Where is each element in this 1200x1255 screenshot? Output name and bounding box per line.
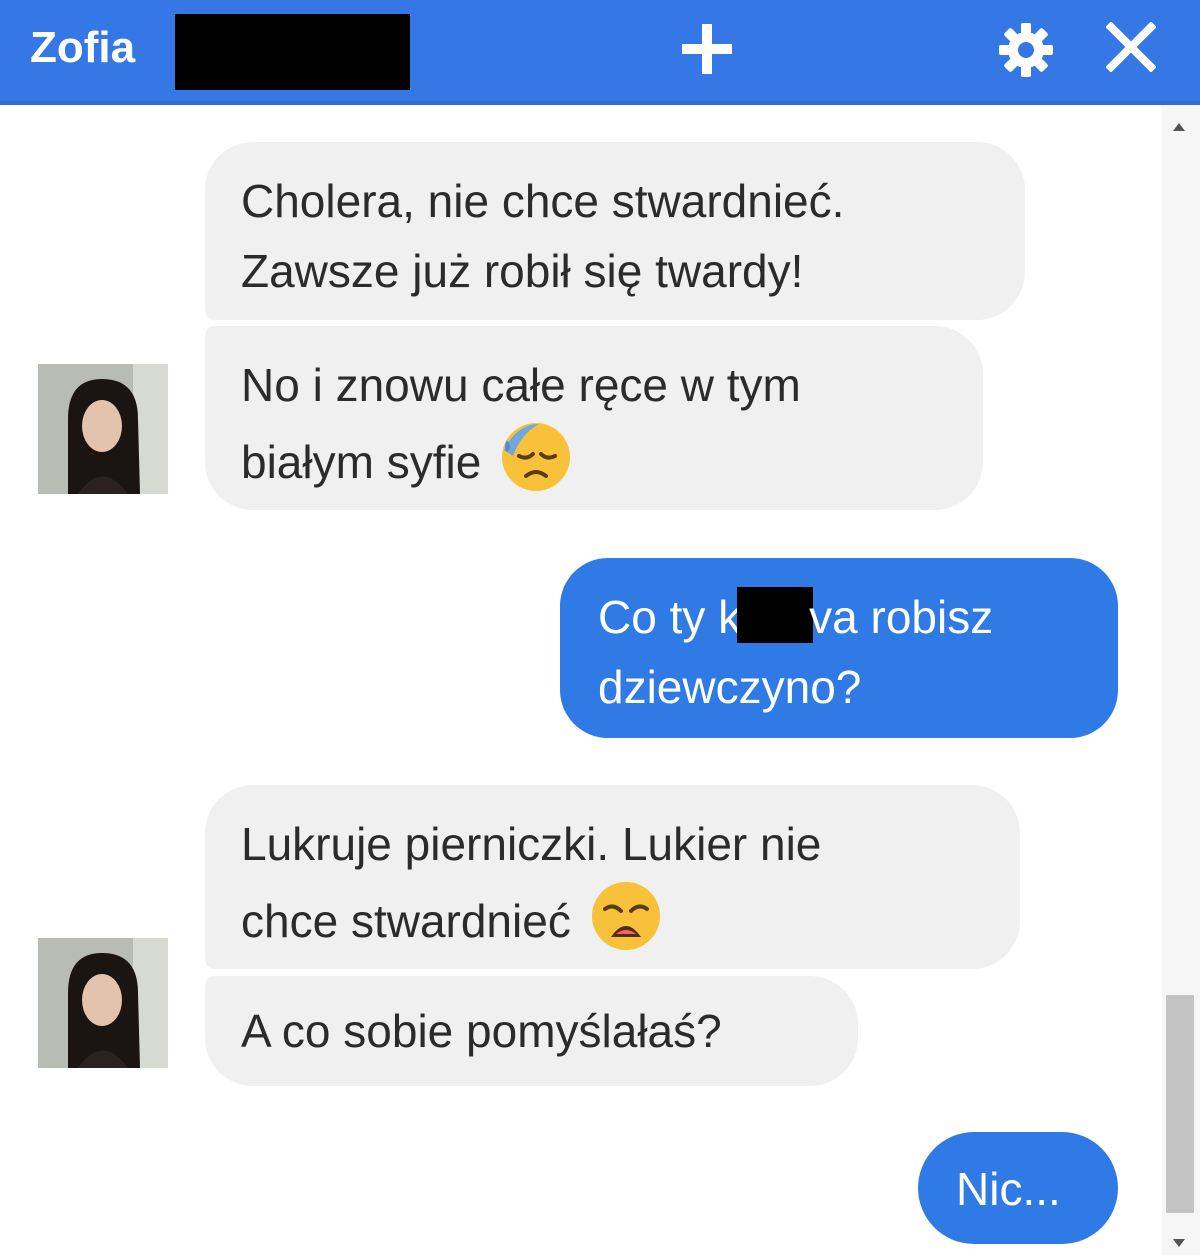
redaction-bar (737, 587, 814, 643)
contact-name[interactable]: Zofia (30, 20, 135, 76)
chat-header: Zofia (0, 0, 1200, 105)
gear-icon[interactable] (998, 22, 1054, 78)
message-text: va robisz (809, 591, 994, 643)
incoming-message[interactable]: No i znowu całe ręce w tym białym syfie (205, 326, 983, 510)
contact-avatar[interactable] (38, 938, 168, 1068)
incoming-message[interactable]: Cholera, nie chce stwardnieć. Zawsze już… (205, 142, 1025, 320)
outgoing-message[interactable]: Co ty k va robisz dziewczyno? (560, 558, 1118, 738)
close-icon[interactable] (1106, 22, 1156, 72)
scroll-up-arrow-icon[interactable] (1173, 123, 1185, 131)
message-line: A co sobie pomyślałaś? (241, 1005, 722, 1057)
message-line: Nic... (956, 1163, 1061, 1215)
incoming-message[interactable]: Lukruje pierniczki. Lukier nie chce stwa… (205, 785, 1020, 969)
message-line: białym syfie (241, 436, 482, 488)
scrollbar[interactable] (1162, 105, 1200, 1255)
message-line: Lukruje pierniczki. Lukier nie (241, 818, 822, 870)
message-line: No i znowu całe ręce w tym (241, 359, 801, 411)
contact-avatar[interactable] (38, 364, 168, 494)
message-text: Co ty k (598, 591, 742, 643)
scroll-thumb[interactable] (1166, 995, 1194, 1213)
incoming-message[interactable]: A co sobie pomyślałaś? (205, 976, 858, 1086)
message-line: Cholera, nie chce stwardnieć. (241, 175, 845, 227)
scroll-down-arrow-icon[interactable] (1173, 1239, 1185, 1247)
outgoing-message[interactable]: Nic... (918, 1132, 1118, 1244)
message-line: dziewczyno? (598, 661, 862, 713)
sad-sweat-emoji-icon (502, 423, 571, 491)
message-line: Zawsze już robił się twardy! (241, 245, 804, 297)
redaction-bar (175, 14, 410, 90)
weary-emoji-icon (591, 882, 660, 950)
plus-icon[interactable] (680, 22, 734, 76)
message-line: chce stwardnieć (241, 895, 571, 947)
